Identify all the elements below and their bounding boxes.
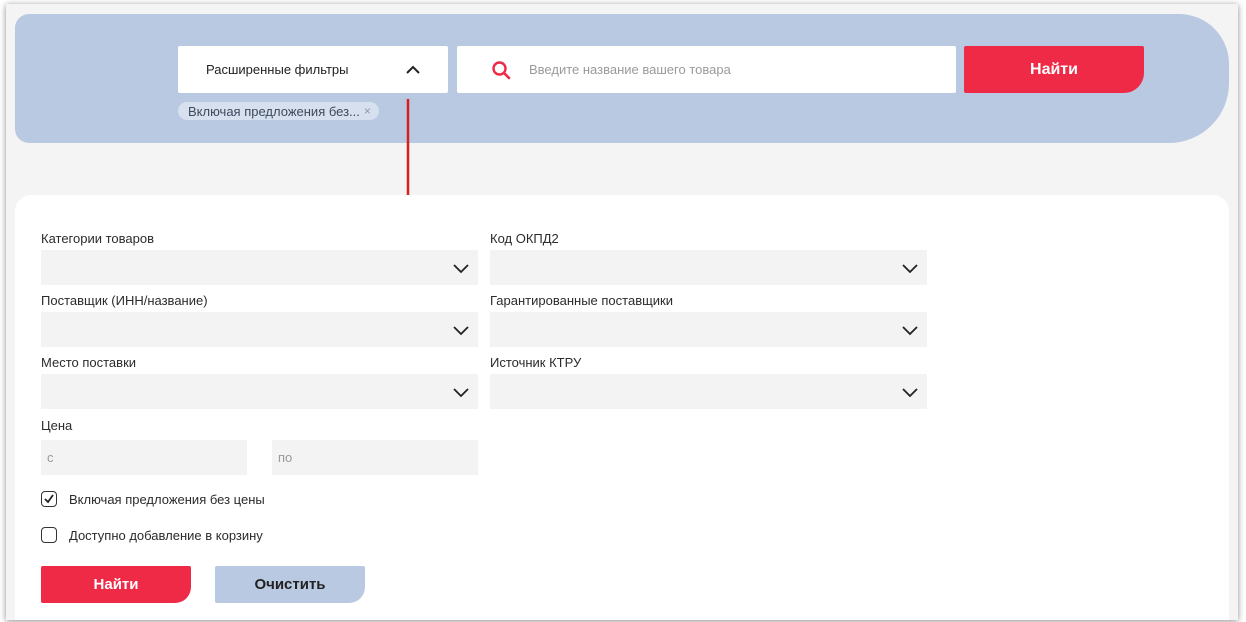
- checkmark-icon: [44, 494, 54, 504]
- price-from-placeholder: с: [47, 450, 54, 465]
- chevron-down-icon: [902, 264, 918, 274]
- cart-checkbox[interactable]: [41, 527, 57, 543]
- clear-button[interactable]: Очистить: [215, 566, 365, 603]
- categories-label: Категории товаров: [41, 231, 155, 246]
- delivery-place-label: Место поставки: [41, 355, 137, 370]
- chevron-down-icon: [453, 388, 469, 398]
- advanced-filters-label: Расширенные фильтры: [206, 62, 349, 77]
- chevron-up-icon: [406, 65, 420, 74]
- search-box[interactable]: [457, 46, 956, 93]
- okpd2-select[interactable]: [490, 250, 927, 285]
- guaranteed-suppliers-select[interactable]: [490, 312, 927, 347]
- cart-checkbox-row[interactable]: Доступно добавление в корзину: [41, 527, 263, 543]
- close-icon[interactable]: ×: [364, 104, 371, 118]
- chevron-down-icon: [902, 388, 918, 398]
- okpd2-label: Код ОКПД2: [490, 231, 559, 246]
- chevron-down-icon: [902, 326, 918, 336]
- search-icon: [492, 60, 511, 79]
- ktru-source-label: Источник КТРУ: [490, 355, 582, 370]
- without-price-checkbox[interactable]: [41, 491, 57, 507]
- chevron-down-icon: [453, 264, 469, 274]
- price-to-input[interactable]: по: [272, 440, 478, 475]
- without-price-label: Включая предложения без цены: [69, 491, 265, 507]
- find-button[interactable]: Найти: [41, 566, 191, 603]
- supplier-select[interactable]: [41, 312, 478, 347]
- search-find-button[interactable]: Найти: [964, 46, 1144, 93]
- supplier-label: Поставщик (ИНН/название): [41, 293, 208, 308]
- chevron-down-icon: [453, 326, 469, 336]
- delivery-place-select[interactable]: [41, 374, 478, 409]
- price-from-input[interactable]: с: [41, 440, 247, 475]
- chip-label: Включая предложения без...: [188, 103, 360, 119]
- price-label: Цена: [41, 418, 73, 433]
- search-input[interactable]: [527, 61, 931, 78]
- cart-label: Доступно добавление в корзину: [69, 527, 263, 543]
- price-to-placeholder: по: [278, 450, 293, 465]
- active-filter-chip[interactable]: Включая предложения без... ×: [178, 102, 379, 120]
- categories-select[interactable]: [41, 250, 478, 285]
- ktru-source-select[interactable]: [490, 374, 927, 409]
- page-frame: Расширенные фильтры Найти Включая предло…: [6, 4, 1238, 620]
- advanced-filters-toggle[interactable]: Расширенные фильтры: [178, 46, 448, 93]
- guaranteed-suppliers-label: Гарантированные поставщики: [490, 293, 674, 308]
- without-price-checkbox-row[interactable]: Включая предложения без цены: [41, 491, 265, 507]
